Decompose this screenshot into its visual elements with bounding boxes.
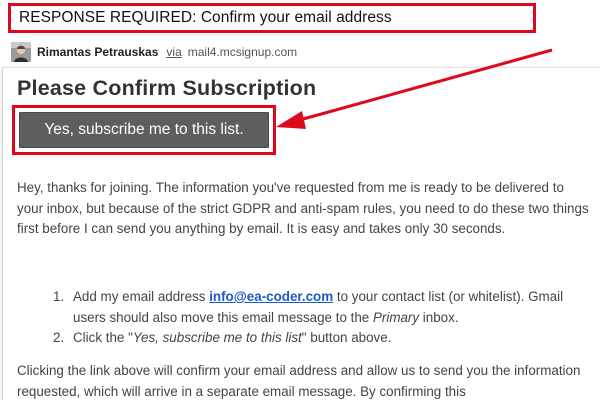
sender-row: Rimantas Petrauskas via mail4.mcsignup.c… [11,40,297,64]
step-text: Add my email address info@ea-coder.com t… [73,287,573,328]
cta-highlight-box: Yes, subscribe me to this list. [12,105,276,155]
via-link[interactable]: via [166,45,181,59]
primary-emphasis: Primary [372,309,420,325]
step-text-part: inbox. [419,309,459,325]
email-body-card: Please Confirm Subscription Yes, subscri… [2,67,600,400]
subject-highlight-box: RESPONSE REQUIRED: Confirm your email ad… [8,3,536,33]
step-number: 2. [53,330,65,346]
email-title: Please Confirm Subscription [17,76,317,100]
steps-list: 1. Add my email address info@ea-coder.co… [53,287,573,349]
step-number: 1. [53,289,65,304]
outro-paragraph: Clicking the link above will confirm you… [17,363,581,399]
email-link[interactable]: info@ea-coder.com [209,289,333,304]
sender-name[interactable]: Rimantas Petrauskas [37,45,158,59]
list-item: 1. Add my email address info@ea-coder.co… [53,287,573,328]
avatar[interactable] [11,42,31,62]
email-subject: RESPONSE REQUIRED: Confirm your email ad… [19,9,392,26]
sender-domain: mail4.mcsignup.com [187,45,298,59]
list-item: 2. Click the "Yes, subscribe me to this … [53,328,573,349]
intro-paragraph: Hey, thanks for joining. The information… [17,180,589,237]
button-name-emphasis: Yes, subscribe me to this list [132,330,302,346]
step-text-part: " button above. [301,330,392,346]
subscribe-button[interactable]: Yes, subscribe me to this list. [19,112,269,148]
step-text-part: Click the " [73,330,133,346]
email-view: RESPONSE REQUIRED: Confirm your email ad… [0,0,600,400]
step-text-part: Add my email address [73,289,210,304]
step-text: Click the "Yes, subscribe me to this lis… [73,328,573,349]
